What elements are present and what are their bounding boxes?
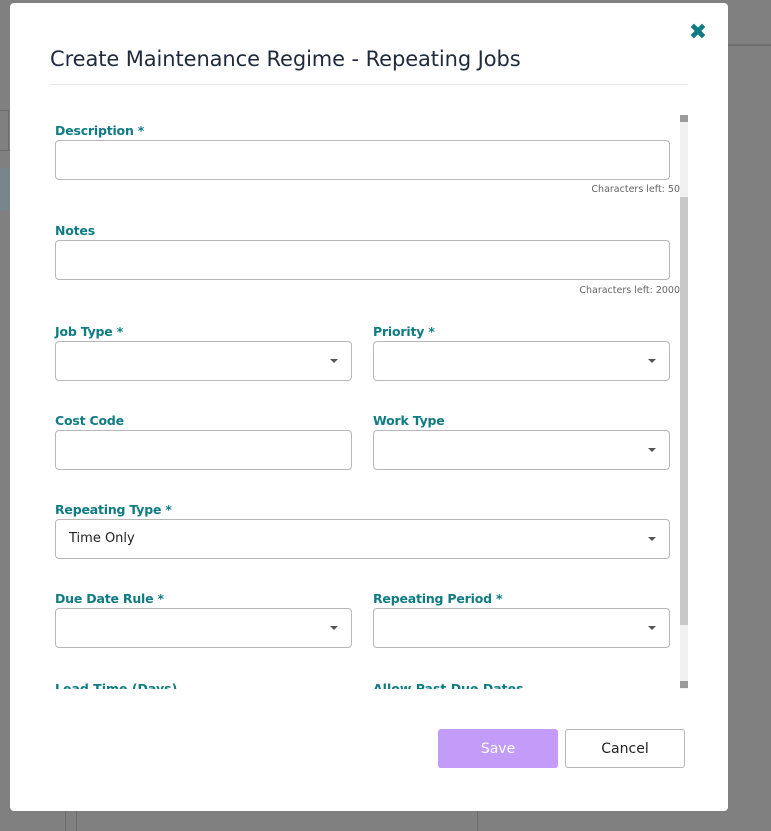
background-divider	[76, 811, 77, 831]
chevron-down-icon	[330, 359, 338, 363]
notes-input[interactable]	[55, 240, 670, 280]
description-input[interactable]	[55, 140, 670, 180]
repeating-period-label: Repeating Period *	[373, 591, 503, 606]
priority-label: Priority *	[373, 324, 435, 339]
chevron-down-icon	[648, 626, 656, 630]
form-scroll-area[interactable]: Description * Characters left: 50 Notes …	[50, 115, 688, 689]
allow-past-due-label: Allow Past Due Dates	[373, 681, 524, 689]
work-type-label: Work Type	[373, 413, 445, 428]
notes-label: Notes	[55, 223, 95, 238]
chevron-down-icon	[648, 448, 656, 452]
notes-char-counter: Characters left: 2000	[579, 285, 680, 296]
repeating-type-select[interactable]: Time Only	[55, 519, 670, 559]
close-icon[interactable]: ✖	[688, 22, 708, 44]
due-date-rule-select[interactable]	[55, 608, 352, 648]
lead-time-label: Lead Time (Days)	[55, 681, 178, 689]
priority-select[interactable]	[373, 341, 670, 381]
background-divider	[728, 44, 771, 46]
chevron-down-icon	[330, 626, 338, 630]
due-date-rule-label: Due Date Rule *	[55, 591, 164, 606]
form-scrollbar[interactable]	[680, 115, 688, 689]
background-divider	[477, 811, 478, 831]
job-type-label: Job Type *	[55, 324, 124, 339]
cost-code-input[interactable]	[55, 430, 352, 470]
chevron-down-icon	[648, 537, 656, 541]
title-divider	[50, 84, 688, 85]
background-divider	[0, 150, 10, 151]
repeating-type-label: Repeating Type *	[55, 502, 172, 517]
background-divider	[8, 110, 9, 150]
dialog-title: Create Maintenance Regime - Repeating Jo…	[50, 47, 521, 71]
cancel-button[interactable]: Cancel	[565, 729, 685, 768]
background-panel	[0, 168, 10, 210]
chevron-down-icon	[648, 359, 656, 363]
scroll-down-arrow[interactable]	[680, 681, 688, 688]
create-regime-dialog: ✖ Create Maintenance Regime - Repeating …	[10, 3, 728, 811]
job-type-select[interactable]	[55, 341, 352, 381]
description-char-counter: Characters left: 50	[591, 184, 680, 195]
repeating-period-select[interactable]	[373, 608, 670, 648]
description-label: Description *	[55, 123, 145, 138]
save-button[interactable]: Save	[438, 729, 558, 768]
scrollbar-thumb[interactable]	[680, 197, 688, 625]
work-type-select[interactable]	[373, 430, 670, 470]
scroll-up-arrow[interactable]	[680, 115, 688, 122]
background-divider	[65, 811, 66, 831]
cost-code-label: Cost Code	[55, 413, 124, 428]
